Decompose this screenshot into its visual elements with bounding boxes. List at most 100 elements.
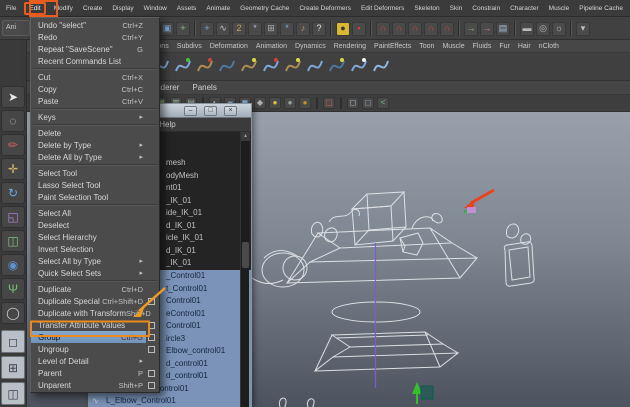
shelf-tab-animation[interactable]: Animation xyxy=(256,43,287,50)
scrollbar-handle[interactable] xyxy=(242,242,249,268)
curve-shelf-item[interactable] xyxy=(218,55,236,77)
menu-item-paint-selection-tool[interactable]: Paint Selection Tool xyxy=(31,191,159,203)
menubar-item-display[interactable]: Display xyxy=(110,3,135,14)
output-connections-icon[interactable]: → xyxy=(480,22,494,36)
menubar-item-assets[interactable]: Assets xyxy=(175,3,199,14)
shelf-tab-toon[interactable]: Toon xyxy=(419,43,434,50)
shelf-tab-hair[interactable]: Hair xyxy=(518,43,531,50)
snap-to-points-icon[interactable]: ∩ xyxy=(408,22,422,36)
select-mask-handles-icon[interactable]: + xyxy=(200,22,214,36)
curve-shelf-item[interactable] xyxy=(262,55,280,77)
menu-item-delete-by-type[interactable]: Delete by Type▸ xyxy=(31,139,159,151)
select-by-hierarchy-icon[interactable]: ▣ xyxy=(160,22,174,36)
select-mask-curve-icon[interactable]: ∿ xyxy=(216,22,230,36)
option-box-icon[interactable] xyxy=(148,334,155,341)
close-button[interactable]: × xyxy=(224,106,237,116)
menu-item-invert-selection[interactable]: Invert Selection xyxy=(31,243,159,255)
menubar-item-create-deformers[interactable]: Create Deformers xyxy=(297,3,353,14)
option-box-icon[interactable] xyxy=(148,298,155,305)
menubar-item-create[interactable]: Create xyxy=(81,3,105,14)
menubar-item-constrain[interactable]: Constrain xyxy=(470,3,502,14)
menu-item-delete[interactable]: Delete xyxy=(31,127,159,139)
menu-item-paste[interactable]: PasteCtrl+V xyxy=(31,95,159,107)
menu-item-select-hierarchy[interactable]: Select Hierarchy xyxy=(31,231,159,243)
menu-item-quick-select-sets[interactable]: Quick Select Sets▸ xyxy=(31,267,159,279)
curve-shelf-item[interactable] xyxy=(284,55,302,77)
menubar-item-character[interactable]: Character xyxy=(508,3,541,14)
construction-history-icon[interactable]: ▤ xyxy=(496,22,510,36)
lasso-select-tool[interactable]: ◌ xyxy=(1,110,25,132)
shelf-tab-fluids[interactable]: Fluids xyxy=(473,43,492,50)
shelf-tab-dynamics[interactable]: Dynamics xyxy=(295,43,326,50)
menu-item-delete-all-by-type[interactable]: Delete All by Type▸ xyxy=(31,151,159,163)
render-current-frame-icon[interactable]: ▬ xyxy=(520,22,534,36)
curve-shelf-item[interactable] xyxy=(174,55,192,77)
option-box-icon[interactable] xyxy=(148,382,155,389)
option-box-icon[interactable] xyxy=(148,346,155,353)
panel-menu-panels[interactable]: Panels xyxy=(192,83,216,92)
minimize-button[interactable]: – xyxy=(184,106,197,116)
soft-modification-tool[interactable]: ◉ xyxy=(1,254,25,276)
curve-shelf-item[interactable] xyxy=(328,55,346,77)
scroll-up-icon[interactable]: ▴ xyxy=(241,132,250,141)
select-mask-misc-icon[interactable]: ♪ xyxy=(296,22,310,36)
layout-four-pane-button[interactable]: ⊞ xyxy=(1,356,25,379)
select-mask-rendering-icon[interactable]: * xyxy=(280,22,294,36)
wireframe-on-shaded-icon[interactable]: ◻ xyxy=(362,97,374,109)
select-tool[interactable]: ➤ xyxy=(1,86,25,108)
maximize-button[interactable]: □ xyxy=(204,106,217,116)
curve-shelf-item[interactable] xyxy=(196,55,214,77)
render-settings-icon[interactable]: ☼ xyxy=(552,22,566,36)
menu-item-ungroup[interactable]: Ungroup xyxy=(31,343,159,355)
use-all-lights-icon[interactable]: ● xyxy=(269,97,281,109)
layout-single-pane-button[interactable]: ◻ xyxy=(1,330,25,353)
menu-item-copy[interactable]: CopyCtrl+C xyxy=(31,83,159,95)
menu-item-deselect[interactable]: Deselect xyxy=(31,219,159,231)
use-default-light-icon[interactable]: ● xyxy=(299,97,311,109)
help-icon[interactable]: ? xyxy=(312,22,326,36)
menu-set-selector[interactable]: Ani xyxy=(2,20,30,36)
curve-shelf-item[interactable] xyxy=(306,55,324,77)
select-by-object-icon[interactable]: + xyxy=(176,22,190,36)
menu-item-unparent[interactable]: UnparentShift+P xyxy=(31,379,159,391)
menubar-item-file[interactable]: File xyxy=(4,3,18,14)
curve-shelf-item[interactable] xyxy=(372,55,390,77)
shelf-tab-subdivs[interactable]: Subdivs xyxy=(177,43,202,50)
menu-item-transfer-attribute-values[interactable]: Transfer Attribute Values xyxy=(31,319,159,331)
menu-item-duplicate-with-transform[interactable]: Duplicate with TransformShift+D xyxy=(31,307,159,319)
menubar-item-skin[interactable]: Skin xyxy=(448,3,465,14)
select-mask-dynamics-icon[interactable]: ⊞ xyxy=(264,22,278,36)
menubar-item-window[interactable]: Window xyxy=(142,3,169,14)
menu-item-duplicate-special[interactable]: Duplicate SpecialCtrl+Shift+D xyxy=(31,295,159,307)
outliner-menu-help[interactable]: Help xyxy=(159,120,175,129)
paint-select-tool[interactable]: ✏ xyxy=(1,134,25,156)
menu-item-recent-commands-list[interactable]: Recent Commands List xyxy=(31,55,159,67)
snap-to-curves-icon[interactable]: ∩ xyxy=(392,22,406,36)
curve-shelf-item[interactable] xyxy=(240,55,258,77)
option-box-icon[interactable] xyxy=(148,322,155,329)
menubar-item-animate[interactable]: Animate xyxy=(204,3,232,14)
show-manipulator-tool[interactable]: Ψ xyxy=(1,278,25,300)
curve-shelf-item[interactable] xyxy=(350,55,368,77)
universal-manipulator-tool[interactable]: ◫ xyxy=(1,230,25,252)
shelf-tab-ncloth[interactable]: nCloth xyxy=(539,43,559,50)
xray-icon[interactable]: ◻ xyxy=(347,97,359,109)
menu-item-select-all-by-type[interactable]: Select All by Type▸ xyxy=(31,255,159,267)
snap-to-view-icon[interactable]: ∩ xyxy=(440,22,454,36)
menu-item-group[interactable]: GroupCtrl+G xyxy=(31,331,159,343)
option-box-icon[interactable] xyxy=(148,370,155,377)
move-tool[interactable]: ✛ xyxy=(1,158,25,180)
menu-item-select-all[interactable]: Select All xyxy=(31,207,159,219)
menu-item-lasso-select-tool[interactable]: Lasso Select Tool xyxy=(31,179,159,191)
menu-item-select-tool[interactable]: Select Tool xyxy=(31,167,159,179)
input-connections-icon[interactable]: → xyxy=(464,22,478,36)
shelf-tab-fur[interactable]: Fur xyxy=(499,43,510,50)
menu-item-parent[interactable]: ParentP xyxy=(31,367,159,379)
menu-item-keys[interactable]: Keys▸ xyxy=(31,111,159,123)
menu-item-repeat-savescene[interactable]: Repeat "SaveScene"G xyxy=(31,43,159,55)
multi-pane-icon[interactable]: < xyxy=(377,97,389,109)
shelf-tab-painteffects[interactable]: PaintEffects xyxy=(374,43,411,50)
textured-display-icon[interactable]: ◆ xyxy=(254,97,266,109)
menubar-item-skeleton[interactable]: Skeleton xyxy=(412,3,441,14)
menu-item-duplicate[interactable]: DuplicateCtrl+D xyxy=(31,283,159,295)
